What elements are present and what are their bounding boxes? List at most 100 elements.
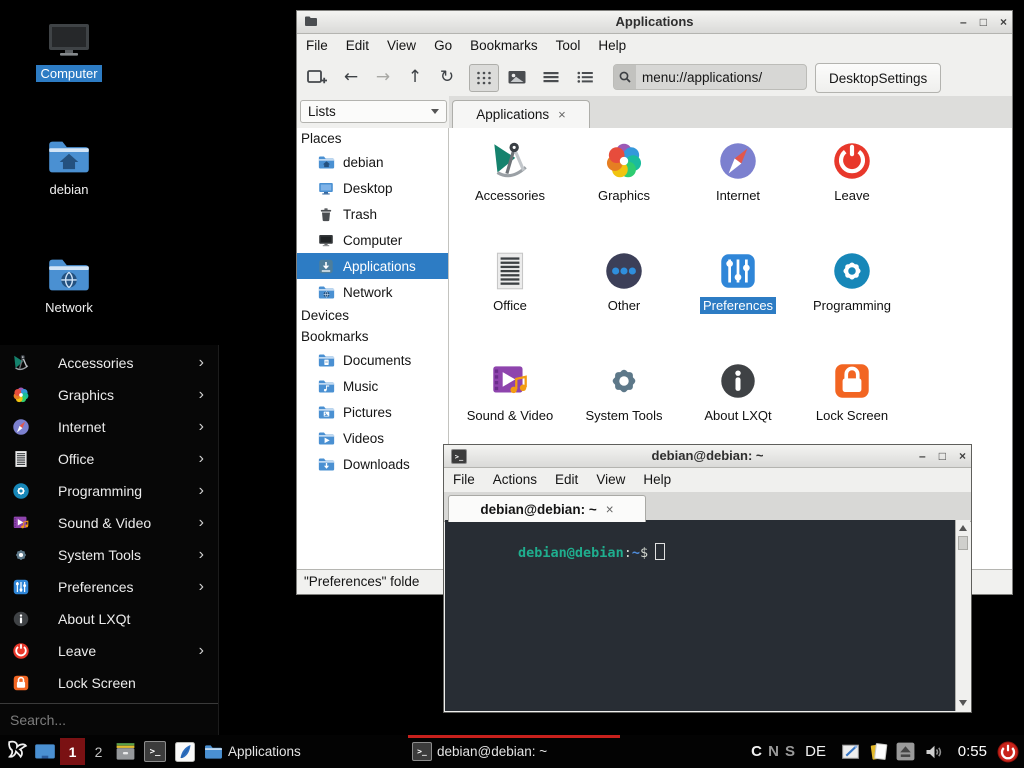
sidebar-item-music[interactable]: Music	[297, 373, 448, 399]
menu-actions[interactable]: Actions	[484, 468, 546, 492]
new-tab-button[interactable]	[305, 65, 329, 89]
menu-file[interactable]: File	[444, 468, 484, 492]
thumbnail-view-button[interactable]	[505, 65, 529, 89]
lock-screen-icon	[829, 358, 875, 404]
menu-edit[interactable]: Edit	[546, 468, 587, 492]
reload-button[interactable]: ↻	[435, 65, 459, 89]
tray-volume[interactable]	[924, 735, 944, 768]
menu-go[interactable]: Go	[425, 34, 461, 58]
menu-help[interactable]: Help	[634, 468, 680, 492]
forward-button[interactable]: →	[371, 65, 395, 89]
power-button[interactable]	[997, 735, 1019, 768]
terminal-viewport[interactable]: debian@debian:~$	[445, 520, 970, 711]
menu-tool[interactable]: Tool	[547, 34, 590, 58]
grid-view-icon	[475, 69, 493, 87]
detailed-view-button[interactable]	[573, 65, 597, 89]
menu-help[interactable]: Help	[589, 34, 635, 58]
start-menu-button[interactable]	[4, 735, 29, 768]
address-bar[interactable]: menu://applications/	[613, 64, 807, 90]
maximize-button[interactable]: □	[939, 445, 946, 467]
tray-screenshot[interactable]	[840, 735, 861, 768]
app-item-leave[interactable]: Leave	[795, 136, 909, 246]
terminal-tab[interactable]: debian@debian: ~ ×	[448, 495, 646, 522]
sidebar-item-network[interactable]: Network	[297, 279, 448, 305]
show-desktop-button[interactable]	[33, 735, 57, 768]
start-menu-item-graphics[interactable]: Graphics ›	[0, 379, 218, 411]
workspace-1-button[interactable]: 1	[60, 738, 85, 765]
scroll-up-icon[interactable]	[959, 525, 967, 531]
start-menu-item-accessories[interactable]: Accessories ›	[0, 347, 218, 379]
tab-applications[interactable]: Applications ×	[452, 100, 590, 128]
start-menu-item-leave[interactable]: Leave ›	[0, 635, 218, 667]
clock[interactable]: 0:55	[958, 735, 987, 768]
quicklaunch-terminal[interactable]: >_	[144, 735, 166, 768]
tab-close-icon[interactable]: ×	[558, 107, 566, 122]
quicklaunch-featherpad[interactable]	[174, 735, 196, 768]
desktop-icon-debian[interactable]: debian	[27, 138, 111, 198]
sidebar-item-trash[interactable]: Trash	[297, 201, 448, 227]
menu-view[interactable]: View	[378, 34, 425, 58]
sidebar-item-videos[interactable]: Videos	[297, 425, 448, 451]
kbd-indicator-caps[interactable]: C	[751, 735, 762, 768]
start-menu-item-lock-screen[interactable]: Lock Screen	[0, 667, 218, 699]
up-button[interactable]: ↑	[403, 65, 427, 89]
terminal-titlebar[interactable]: >_ debian@debian: ~ – □ ×	[444, 445, 971, 468]
menu-view[interactable]: View	[587, 468, 634, 492]
start-menu-item-internet[interactable]: Internet ›	[0, 411, 218, 443]
scroll-down-icon[interactable]	[959, 700, 967, 706]
start-menu-item-about-lxqt[interactable]: About LXQt	[0, 603, 218, 635]
close-button[interactable]: ×	[959, 445, 966, 467]
keyboard-layout-indicator[interactable]: DE	[805, 735, 826, 768]
tray-removable-media[interactable]	[895, 735, 916, 768]
search-input[interactable]	[8, 711, 202, 729]
sidebar-item-downloads[interactable]: Downloads	[297, 451, 448, 477]
app-item-programming[interactable]: Programming	[795, 246, 909, 356]
downloads-folder-icon	[318, 457, 335, 472]
internet-category-icon	[715, 138, 761, 184]
sidebar-item-debian[interactable]: debian	[297, 149, 448, 175]
terminal-scrollbar[interactable]	[955, 520, 970, 711]
back-button[interactable]: ←	[339, 65, 363, 89]
sidebar-item-documents[interactable]: Documents	[297, 347, 448, 373]
sidebar-mode-selector[interactable]: Lists	[300, 100, 447, 123]
desktop-icon-network[interactable]: Network	[27, 256, 111, 316]
app-item-other[interactable]: Other	[567, 246, 681, 356]
workspace-2-button[interactable]: 2	[86, 738, 111, 765]
kbd-indicator-num[interactable]: N	[768, 735, 779, 768]
sidebar-item-desktop[interactable]: Desktop	[297, 175, 448, 201]
tab-close-icon[interactable]: ×	[606, 502, 614, 517]
file-manager-titlebar[interactable]: Applications – □ ×	[297, 11, 1012, 34]
desktop-settings-button[interactable]: DesktopSettings	[815, 63, 941, 93]
desktop-icon-computer[interactable]: Computer	[27, 22, 111, 82]
start-menu-item-preferences[interactable]: Preferences ›	[0, 571, 218, 603]
start-menu-item-office[interactable]: Office ›	[0, 443, 218, 475]
scrollbar-thumb[interactable]	[958, 536, 968, 550]
compact-view-button[interactable]	[539, 65, 563, 89]
tray-clipboard[interactable]	[868, 735, 889, 768]
kbd-indicator-scroll[interactable]: S	[785, 735, 795, 768]
app-item-accessories[interactable]: Accessories	[453, 136, 567, 246]
sidebar-item-applications[interactable]: Applications	[297, 253, 448, 279]
start-menu-item-programming[interactable]: Programming ›	[0, 475, 218, 507]
task-applications[interactable]: Applications	[204, 735, 404, 768]
menu-bookmarks[interactable]: Bookmarks	[461, 34, 547, 58]
menu-file[interactable]: File	[297, 34, 337, 58]
sidebar-item-computer[interactable]: Computer	[297, 227, 448, 253]
app-item-internet[interactable]: Internet	[681, 136, 795, 246]
sidebar-item-pictures[interactable]: Pictures	[297, 399, 448, 425]
app-item-office[interactable]: Office	[453, 246, 567, 356]
app-item-graphics[interactable]: Graphics	[567, 136, 681, 246]
task-terminal[interactable]: >_ debian@debian: ~	[408, 735, 620, 768]
minimize-button[interactable]: –	[919, 445, 926, 467]
screenshot-icon	[840, 741, 861, 762]
menu-edit[interactable]: Edit	[337, 34, 378, 58]
show-desktop-icon	[33, 740, 57, 764]
close-button[interactable]: ×	[1000, 11, 1007, 33]
app-item-preferences[interactable]: Preferences	[681, 246, 795, 356]
start-menu-item-sound-video[interactable]: Sound & Video ›	[0, 507, 218, 539]
icon-view-button[interactable]	[469, 64, 499, 92]
maximize-button[interactable]: □	[980, 11, 987, 33]
start-menu-item-system-tools[interactable]: System Tools ›	[0, 539, 218, 571]
minimize-button[interactable]: –	[960, 11, 967, 33]
quicklaunch-file-manager[interactable]	[114, 735, 137, 768]
